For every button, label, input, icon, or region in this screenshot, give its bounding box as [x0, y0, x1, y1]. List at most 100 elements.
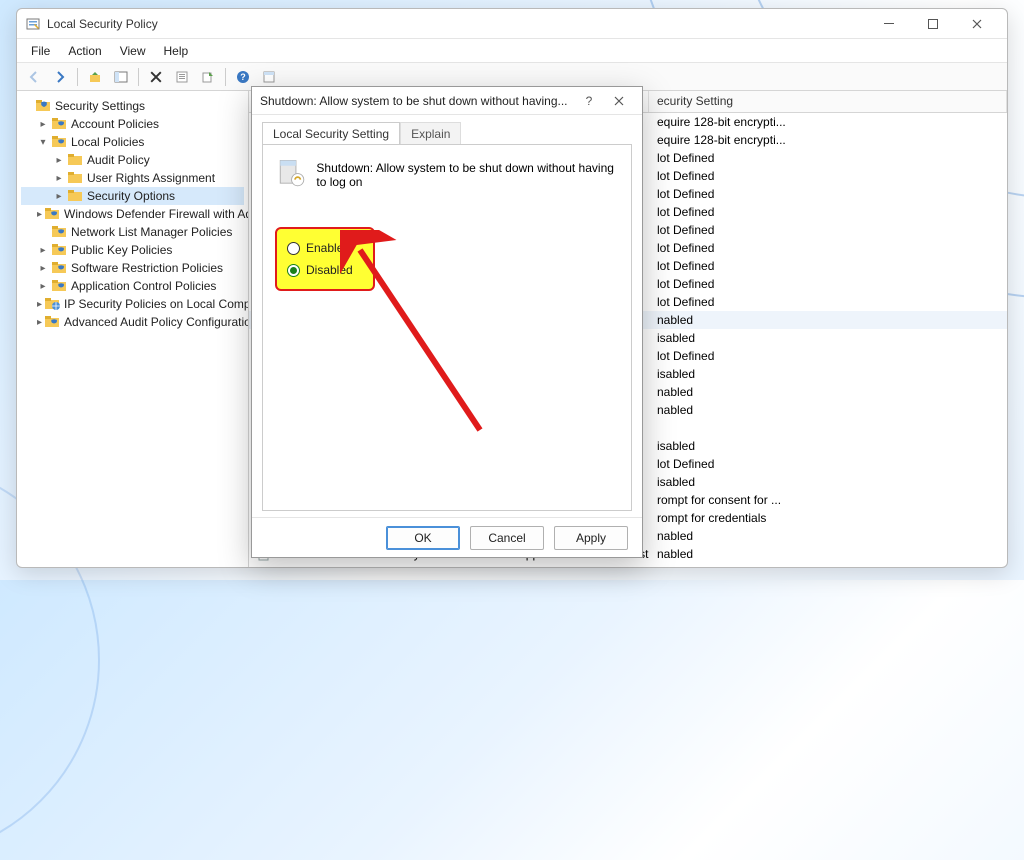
refresh-button[interactable]	[258, 66, 280, 88]
dialog-button-row: OK Cancel Apply	[252, 517, 642, 557]
tree-label: Network List Manager Policies	[71, 225, 232, 239]
folder-icon	[52, 243, 68, 257]
forward-button[interactable]	[49, 66, 71, 88]
export-button[interactable]	[197, 66, 219, 88]
expand-icon[interactable]: ▸	[37, 299, 42, 310]
expand-icon[interactable]: ▸	[37, 245, 49, 256]
security-setting-value: lot Defined	[649, 457, 1007, 471]
help-button[interactable]: ?	[232, 66, 254, 88]
tree-root[interactable]: Security Settings	[21, 97, 244, 115]
expand-icon[interactable]: ▸	[53, 191, 65, 202]
app-icon	[25, 16, 41, 32]
tab-local-security-setting[interactable]: Local Security Setting	[262, 122, 400, 145]
up-button[interactable]	[84, 66, 106, 88]
tree-item[interactable]: ▸IP Security Policies on Local Compute	[21, 295, 244, 313]
minimize-button[interactable]	[867, 10, 911, 38]
radio-icon	[287, 242, 300, 255]
policy-icon	[275, 157, 306, 193]
expand-icon[interactable]: ▸	[53, 173, 65, 184]
expand-icon[interactable]: ▸	[37, 209, 42, 220]
security-setting-value: rompt for credentials	[649, 511, 1007, 525]
tree-label: IP Security Policies on Local Compute	[64, 297, 249, 311]
radio-disabled-label: Disabled	[306, 263, 353, 277]
radio-enabled-label: Enabled	[306, 241, 350, 255]
security-setting-value: isabled	[649, 475, 1007, 489]
tree-label: Account Policies	[71, 117, 159, 131]
tree-item[interactable]: ▸ Account Policies	[21, 115, 244, 133]
policy-text: Shutdown: Allow system to be shut down w…	[316, 157, 619, 189]
tree-label: Public Key Policies	[71, 243, 172, 257]
folder-icon	[68, 189, 84, 203]
menu-help[interactable]: Help	[156, 42, 197, 60]
titlebar[interactable]: Local Security Policy	[17, 9, 1007, 39]
show-tree-button[interactable]	[110, 66, 132, 88]
tree-item[interactable]: ▸Advanced Audit Policy Configuration	[21, 313, 244, 331]
tree-item[interactable]: ▸Windows Defender Firewall with Adva	[21, 205, 244, 223]
tree-item[interactable]: ▸Software Restriction Policies	[21, 259, 244, 277]
menu-action[interactable]: Action	[60, 42, 109, 60]
back-button[interactable]	[23, 66, 45, 88]
radio-enabled[interactable]: Enabled	[287, 237, 363, 259]
column-security-setting[interactable]: ecurity Setting	[649, 91, 1007, 112]
folder-icon	[52, 261, 68, 275]
folder-icon	[45, 315, 61, 329]
folder-icon	[45, 207, 61, 221]
tree-item[interactable]: ▾Local Policies	[21, 133, 244, 151]
security-setting-value: nabled	[649, 313, 1007, 327]
dialog-tabs: Local Security Setting Explain	[252, 115, 642, 144]
dialog-body: Shutdown: Allow system to be shut down w…	[262, 144, 632, 511]
tree-item[interactable]: ▸Security Options	[21, 187, 244, 205]
security-setting-value: lot Defined	[649, 349, 1007, 363]
tree-label: Application Control Policies	[71, 279, 216, 293]
radio-disabled[interactable]: Disabled	[287, 259, 363, 281]
dialog-help-button[interactable]: ?	[574, 89, 604, 113]
expand-icon[interactable]: ▾	[37, 137, 49, 148]
expand-icon[interactable]: ▸	[37, 119, 49, 130]
properties-button[interactable]	[171, 66, 193, 88]
expand-icon[interactable]: ▸	[53, 155, 65, 166]
folder-icon	[52, 135, 68, 149]
security-setting-value: equire 128-bit encrypti...	[649, 133, 1007, 147]
tree-label: Windows Defender Firewall with Adva	[64, 207, 249, 221]
tree-pane[interactable]: Security Settings ▸ Account Policies ▾Loca…	[17, 91, 249, 567]
delete-button[interactable]	[145, 66, 167, 88]
folder-icon	[52, 279, 68, 293]
svg-text:?: ?	[240, 72, 246, 82]
radio-group-highlight: Enabled Disabled	[275, 227, 375, 291]
security-setting-value: lot Defined	[649, 295, 1007, 309]
security-setting-value: isabled	[649, 439, 1007, 453]
security-setting-value: rompt for consent for ...	[649, 493, 1007, 507]
apply-button[interactable]: Apply	[554, 526, 628, 550]
maximize-button[interactable]	[911, 10, 955, 38]
security-setting-value: equire 128-bit encrypti...	[649, 115, 1007, 129]
security-setting-value: lot Defined	[649, 187, 1007, 201]
properties-dialog: Shutdown: Allow system to be shut down w…	[251, 86, 643, 558]
dialog-titlebar[interactable]: Shutdown: Allow system to be shut down w…	[252, 87, 642, 115]
tree-item[interactable]: ▸ Public Key Policies	[21, 241, 244, 259]
security-setting-value: lot Defined	[649, 223, 1007, 237]
expand-icon[interactable]: ▸	[37, 317, 42, 328]
cancel-button[interactable]: Cancel	[470, 526, 544, 550]
menu-view[interactable]: View	[112, 42, 154, 60]
ok-button[interactable]: OK	[386, 526, 460, 550]
tree-item[interactable]: ▸ User Rights Assignment	[21, 169, 244, 187]
security-setting-value: nabled	[649, 385, 1007, 399]
folder-icon	[52, 117, 68, 131]
expand-icon[interactable]: ▸	[37, 281, 49, 292]
security-setting-value: lot Defined	[649, 259, 1007, 273]
tree-item[interactable]: ▸Audit Policy	[21, 151, 244, 169]
dialog-title: Shutdown: Allow system to be shut down w…	[260, 94, 574, 108]
tab-explain[interactable]: Explain	[400, 122, 461, 145]
tree-label: Security Settings	[55, 99, 145, 113]
menubar: File Action View Help	[17, 39, 1007, 63]
security-setting-value: nabled	[649, 547, 1007, 561]
close-button[interactable]	[955, 10, 999, 38]
tree-item[interactable]: Network List Manager Policies	[21, 223, 244, 241]
tree-item[interactable]: ▸ Application Control Policies	[21, 277, 244, 295]
menu-file[interactable]: File	[23, 42, 58, 60]
expand-icon[interactable]: ▸	[37, 263, 49, 274]
security-setting-value: lot Defined	[649, 205, 1007, 219]
dialog-close-button[interactable]	[604, 89, 634, 113]
security-setting-value: nabled	[649, 403, 1007, 417]
tree-label: User Rights Assignment	[87, 171, 215, 185]
